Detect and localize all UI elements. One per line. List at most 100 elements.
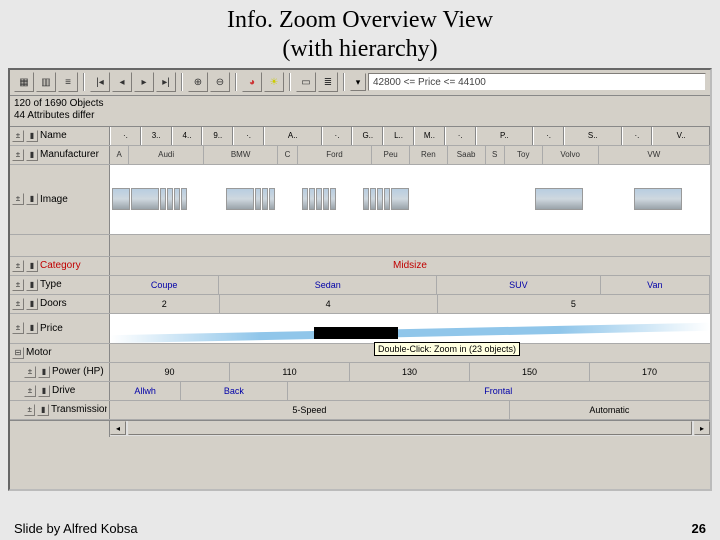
- type-group[interactable]: Sedan: [219, 276, 437, 294]
- price-chart[interactable]: [110, 314, 710, 343]
- car-thumbnail[interactable]: [226, 188, 254, 210]
- view-icon-2[interactable]: ▥: [36, 72, 56, 92]
- bar-icon[interactable]: ▮: [26, 193, 38, 205]
- view-icon-1[interactable]: ▦: [14, 72, 34, 92]
- car-thumbnail[interactable]: [377, 188, 383, 210]
- drive-group[interactable]: Back: [181, 382, 287, 400]
- car-thumbnail[interactable]: [302, 188, 308, 210]
- expand-icon[interactable]: ±: [12, 130, 24, 142]
- type-group[interactable]: SUV: [437, 276, 601, 294]
- doc-icon[interactable]: ▭: [296, 72, 316, 92]
- name-group[interactable]: ·.: [322, 127, 353, 145]
- power-tick[interactable]: 90: [110, 363, 230, 381]
- mfr-group[interactable]: Volvo: [543, 146, 599, 164]
- filter-field[interactable]: 42800 <= Price <= 44100: [368, 73, 706, 91]
- name-group[interactable]: ·.: [622, 127, 653, 145]
- attr-category[interactable]: ± ▮ Category: [10, 257, 110, 275]
- name-group[interactable]: ·.: [110, 127, 141, 145]
- mfr-group[interactable]: S: [486, 146, 505, 164]
- car-thumbnail[interactable]: [323, 188, 329, 210]
- mfr-group[interactable]: Ford: [298, 146, 373, 164]
- power-tick[interactable]: 170: [590, 363, 710, 381]
- mfr-group[interactable]: Peu: [372, 146, 410, 164]
- doors-group[interactable]: 5: [438, 295, 710, 313]
- drive-group[interactable]: Allwh: [110, 382, 181, 400]
- sun-icon[interactable]: ☀: [264, 72, 284, 92]
- bar-icon[interactable]: ▮: [26, 279, 38, 291]
- scroll-left-icon[interactable]: ◂: [110, 421, 126, 435]
- name-group[interactable]: S..: [564, 127, 622, 145]
- expand-icon[interactable]: ±: [24, 366, 36, 378]
- name-group[interactable]: M..: [414, 127, 445, 145]
- attr-manufacturer[interactable]: ± ▮ Manufacturer: [10, 146, 110, 164]
- bar-icon[interactable]: ▮: [26, 322, 38, 334]
- mfr-group[interactable]: Audi: [129, 146, 204, 164]
- expand-icon[interactable]: ±: [12, 298, 24, 310]
- category-value[interactable]: Midsize: [110, 260, 710, 271]
- drive-group[interactable]: Frontal: [288, 382, 710, 400]
- bar-icon[interactable]: ▮: [38, 366, 50, 378]
- car-thumbnail[interactable]: [370, 188, 376, 210]
- nav-first-icon[interactable]: |◂: [90, 72, 110, 92]
- pie-chart-icon[interactable]: ◕: [242, 72, 262, 92]
- type-group[interactable]: Coupe: [110, 276, 219, 294]
- car-thumbnail[interactable]: [330, 188, 336, 210]
- zoom-out-icon[interactable]: ⊖: [210, 72, 230, 92]
- filter-dropdown-icon[interactable]: ▾: [350, 73, 366, 91]
- type-group[interactable]: Van: [601, 276, 710, 294]
- mfr-group[interactable]: VW: [599, 146, 710, 164]
- collapse-icon[interactable]: ⊟: [12, 347, 24, 359]
- nav-next-icon[interactable]: ▸: [134, 72, 154, 92]
- expand-icon[interactable]: ±: [24, 385, 36, 397]
- name-group[interactable]: L..: [383, 127, 414, 145]
- attr-motor[interactable]: ⊟ Motor: [10, 344, 110, 362]
- name-group[interactable]: ·.: [533, 127, 564, 145]
- trans-group[interactable]: Automatic: [510, 401, 710, 419]
- car-thumbnail[interactable]: [316, 188, 322, 210]
- bar-icon[interactable]: ▮: [26, 130, 38, 142]
- bar-icon[interactable]: ▮: [26, 149, 38, 161]
- expand-icon[interactable]: ±: [12, 149, 24, 161]
- car-thumbnail[interactable]: [309, 188, 315, 210]
- name-group[interactable]: P..: [476, 127, 534, 145]
- car-thumbnail[interactable]: [269, 188, 275, 210]
- mfr-group[interactable]: Toy: [505, 146, 543, 164]
- attr-drive[interactable]: ± ▮ Drive: [10, 382, 110, 400]
- name-group[interactable]: ·.: [445, 127, 476, 145]
- scroll-right-icon[interactable]: ▸: [694, 421, 710, 435]
- car-thumbnail[interactable]: [131, 188, 159, 210]
- name-group[interactable]: G..: [352, 127, 383, 145]
- car-thumbnail[interactable]: [634, 188, 682, 210]
- attr-price[interactable]: ± ▮ Price: [10, 314, 110, 343]
- car-thumbnail[interactable]: [181, 188, 187, 210]
- attr-doors[interactable]: ± ▮ Doors: [10, 295, 110, 313]
- view-icon-3[interactable]: ≡: [58, 72, 78, 92]
- trans-group[interactable]: 5-Speed: [110, 401, 510, 419]
- mfr-group[interactable]: Saab: [448, 146, 486, 164]
- expand-icon[interactable]: ±: [12, 279, 24, 291]
- attr-type[interactable]: ± ▮ Type: [10, 276, 110, 294]
- nav-prev-icon[interactable]: ◂: [112, 72, 132, 92]
- horizontal-scrollbar[interactable]: ◂ ▸: [10, 420, 710, 436]
- doors-group[interactable]: 4: [220, 295, 438, 313]
- mfr-group[interactable]: Ren: [410, 146, 448, 164]
- price-selection[interactable]: [314, 327, 398, 339]
- car-thumbnail[interactable]: [174, 188, 180, 210]
- car-thumbnail[interactable]: [167, 188, 173, 210]
- expand-icon[interactable]: ±: [12, 322, 24, 334]
- name-group[interactable]: 3..: [141, 127, 172, 145]
- expand-icon[interactable]: ±: [12, 193, 24, 205]
- name-group[interactable]: 4..: [172, 127, 203, 145]
- bar-icon[interactable]: ▮: [26, 260, 38, 272]
- expand-icon[interactable]: ±: [12, 260, 24, 272]
- car-thumbnail[interactable]: [255, 188, 261, 210]
- power-tick[interactable]: 150: [470, 363, 590, 381]
- zoom-in-icon[interactable]: ⊕: [188, 72, 208, 92]
- nav-last-icon[interactable]: ▸|: [156, 72, 176, 92]
- bar-icon[interactable]: ▮: [26, 298, 38, 310]
- attr-name[interactable]: ± ▮ Name: [10, 127, 110, 145]
- power-tick[interactable]: 110: [230, 363, 350, 381]
- list-icon[interactable]: ≣: [318, 72, 338, 92]
- mfr-group[interactable]: BMW: [204, 146, 279, 164]
- attr-power[interactable]: ± ▮ Power (HP): [10, 363, 110, 381]
